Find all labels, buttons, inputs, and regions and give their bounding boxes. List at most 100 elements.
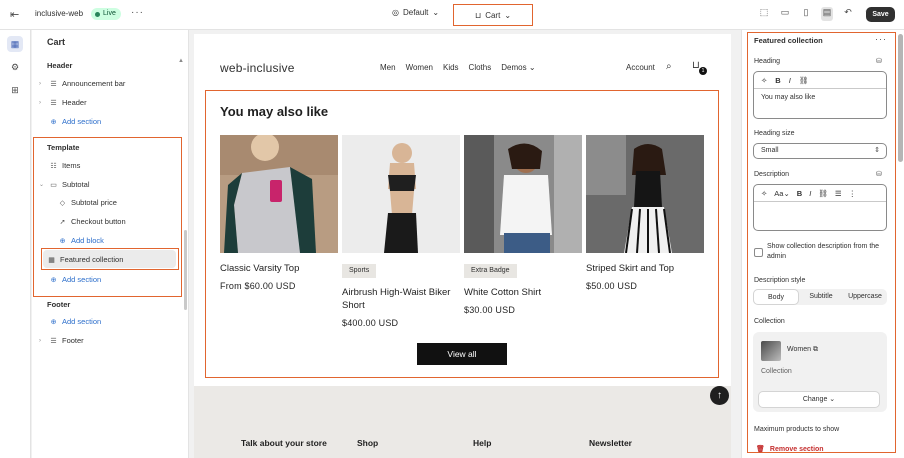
product-image[interactable] [586, 135, 704, 253]
exit-icon[interactable]: ⇤ [10, 8, 24, 22]
featured-collection-section[interactable]: You may also like Classic Varsity Top Fr… [205, 90, 719, 378]
product-name[interactable]: Classic Varsity Top [220, 262, 338, 275]
text-style-icon[interactable]: Aa⌄ [774, 189, 789, 198]
footer-group-label: Footer [47, 300, 71, 309]
collection-name[interactable]: Women ⧉ [787, 346, 818, 354]
style-option-body[interactable]: Body [753, 289, 799, 305]
add-section-header[interactable]: ⊕ Add section [49, 117, 102, 126]
magic-icon[interactable]: ✧ [761, 76, 767, 85]
link-icon[interactable]: ⛓ [818, 189, 828, 198]
fullwidth-view-icon[interactable]: ▤ [821, 7, 833, 21]
search-icon[interactable]: ⌕ [666, 61, 672, 72]
heading-label: Heading [754, 58, 781, 65]
heading-size-select[interactable]: Small ⇕ [753, 143, 887, 159]
arrow-up-icon[interactable]: ↑ [710, 386, 729, 405]
product-name[interactable]: Striped Skirt and Top [586, 262, 704, 275]
chevron-down-icon[interactable]: ⌄ [39, 181, 45, 188]
link-icon[interactable]: ⛓ [799, 76, 809, 85]
change-label: Change [802, 396, 828, 403]
italic-icon[interactable]: I [809, 189, 811, 198]
product-image[interactable] [464, 135, 582, 253]
dynamic-source-icon[interactable]: ⛁ [876, 170, 882, 178]
section-label: Items [62, 161, 81, 170]
inspector-icon[interactable]: ⬚ [758, 7, 770, 21]
show-description-checkbox[interactable] [754, 248, 763, 257]
nav-item-kids[interactable]: Kids [443, 63, 459, 72]
save-button[interactable]: Save [866, 7, 895, 22]
section-footer[interactable]: › ☰ Footer [39, 336, 84, 345]
style-option-uppercase[interactable]: Uppercase [843, 289, 887, 305]
more-actions-icon[interactable]: ··· [875, 34, 887, 44]
product-name[interactable]: Airbrush High-Waist Biker Short [342, 286, 460, 312]
store-logo[interactable]: web-inclusive [220, 61, 295, 75]
trash-icon: 🗑 [756, 446, 765, 453]
cart-count-badge: 1 [699, 67, 707, 75]
product-image[interactable] [220, 135, 338, 253]
product-card[interactable]: Striped Skirt and Top $50.00 USD [586, 135, 704, 291]
product-image[interactable] [342, 135, 460, 253]
nav-item-women[interactable]: Women [406, 63, 433, 72]
mobile-view-icon[interactable]: ▯ [800, 7, 812, 21]
block-label: Subtotal price [71, 198, 117, 207]
footer-column-heading: Shop [357, 438, 379, 448]
nav-item-cloths[interactable]: Cloths [469, 63, 492, 72]
section-featured-collection[interactable]: ▦ Featured collection [47, 255, 123, 264]
undo-icon[interactable]: ↶ [842, 7, 854, 21]
block-subtotal-price[interactable]: ◇ Subtotal price [58, 198, 117, 207]
product-card[interactable]: Classic Varsity Top From $60.00 USD [220, 135, 338, 291]
preview-scrollbar[interactable] [733, 34, 736, 458]
heading-input[interactable]: You may also like [754, 89, 886, 106]
bold-icon[interactable]: B [797, 189, 802, 198]
change-collection-button[interactable]: Change ⌄ [758, 391, 880, 408]
heading-editor[interactable]: ✧ B I ⛓ You may also like [753, 71, 887, 119]
dynamic-source-icon[interactable]: ⛁ [876, 57, 882, 65]
product-name[interactable]: White Cotton Shirt [464, 286, 582, 299]
block-checkout-button[interactable]: ➚ Checkout button [58, 217, 126, 226]
style-option-subtitle[interactable]: Subtitle [799, 289, 843, 305]
product-card[interactable]: Sports Airbrush High-Waist Biker Short $… [342, 135, 460, 328]
add-section-template[interactable]: ⊕ Add section [49, 275, 102, 284]
bold-icon[interactable]: B [775, 76, 780, 85]
section-announcement-bar[interactable]: › ☰ Announcement bar [39, 79, 125, 88]
page-selector[interactable]: ⊔ Cart ⌄ [453, 4, 533, 26]
apps-icon[interactable]: ⊞ [7, 82, 23, 98]
sections-panel: Cart Header ▲ › ☰ Announcement bar › ☰ H… [32, 30, 189, 458]
section-icon: ☰ [50, 337, 57, 345]
settings-icon[interactable]: ⚙ [7, 59, 23, 75]
chevron-right-icon[interactable]: › [39, 100, 45, 106]
section-subtotal[interactable]: ⌄ ▭ Subtotal [39, 180, 90, 189]
settings-panel: Featured collection ··· Heading ⛁ ✧ B I … [741, 30, 904, 458]
bullet-list-icon[interactable]: ☰ [835, 189, 842, 198]
numbered-list-icon[interactable]: ⋮ [849, 189, 857, 198]
more-actions-icon[interactable]: ··· [131, 7, 144, 18]
section-header[interactable]: › ☰ Header [39, 98, 87, 107]
nav-item-demos[interactable]: Demos ⌄ [501, 63, 535, 72]
chevron-right-icon[interactable]: › [39, 81, 45, 87]
store-preview: web-inclusive Men Women Kids Cloths Demo… [194, 34, 731, 458]
account-link[interactable]: Account [626, 63, 655, 72]
heading-toolbar: ✧ B I ⛓ [754, 72, 886, 89]
panel-scrollbar[interactable] [184, 230, 187, 310]
product-card[interactable]: Extra Badge White Cotton Shirt $30.00 US… [464, 135, 582, 315]
theme-selector[interactable]: ◎ Default ⌄ [392, 8, 439, 17]
add-block[interactable]: ⊕ Add block [58, 236, 104, 245]
add-section-footer[interactable]: ⊕ Add section [49, 317, 102, 326]
remove-section-button[interactable]: 🗑 Remove section [756, 445, 824, 454]
section-label: Header [62, 98, 87, 107]
italic-icon[interactable]: I [789, 76, 791, 85]
description-editor[interactable]: ✧ Aa⌄ B I ⛓ ☰ ⋮ [753, 184, 887, 231]
heading-size-label: Heading size [754, 130, 795, 137]
external-link-icon[interactable]: ⧉ [813, 346, 818, 353]
chevron-up-icon[interactable]: ▲ [178, 58, 184, 64]
nav-item-men[interactable]: Men [380, 63, 396, 72]
desktop-view-icon[interactable]: ▭ [779, 7, 791, 21]
description-input[interactable] [754, 202, 886, 212]
cart-icon[interactable]: ⊔ 1 [692, 60, 707, 75]
view-all-button[interactable]: View all [417, 343, 507, 365]
section-items[interactable]: ☷ Items [49, 161, 80, 170]
sections-icon[interactable]: ▦ [7, 36, 23, 52]
magic-icon[interactable]: ✧ [761, 189, 767, 198]
settings-scrollbar[interactable] [898, 34, 903, 162]
chevron-right-icon[interactable]: › [39, 338, 45, 344]
collection-thumbnail [761, 341, 781, 361]
